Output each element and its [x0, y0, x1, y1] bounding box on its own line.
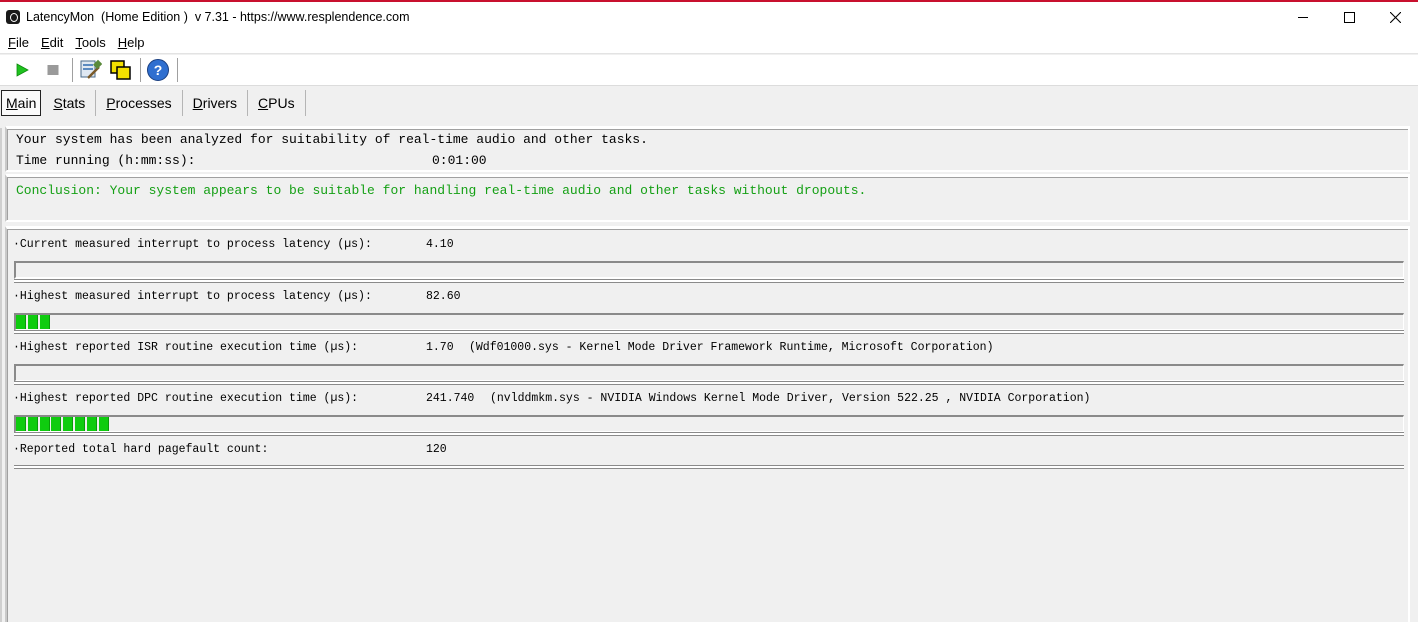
menu-bar: File Edit Tools Help: [0, 32, 1418, 54]
menu-help[interactable]: Help: [114, 35, 149, 50]
stop-monitor-button[interactable]: [39, 56, 67, 84]
bar-divider: [14, 330, 1404, 334]
isr-driver-detail: (Wdf01000.sys - Kernel Mode Driver Frame…: [469, 341, 994, 354]
bar-segment: [86, 417, 97, 431]
menu-file[interactable]: File: [4, 35, 33, 50]
summary-panel: Your system has been analyzed for suitab…: [5, 126, 1410, 172]
maximize-button[interactable]: [1326, 2, 1372, 32]
title-bar[interactable]: LatencyMon (Home Edition ) v 7.31 - http…: [0, 2, 1418, 32]
dpc-time-bar: [14, 415, 1404, 433]
close-icon: [1389, 11, 1401, 23]
minimize-button[interactable]: [1280, 2, 1326, 32]
maximize-icon: [1343, 11, 1355, 23]
close-button[interactable]: [1372, 2, 1418, 32]
process-tools-icon: [80, 59, 102, 79]
current-latency-label: ·Current measured interrupt to process l…: [13, 238, 372, 251]
left-edge-border: [0, 128, 2, 622]
highest-latency-value: 82.60: [426, 290, 461, 303]
bar-segment: [74, 417, 85, 431]
dpc-driver-detail: (nvlddmkm.sys - NVIDIA Windows Kernel Mo…: [490, 392, 1091, 405]
current-latency-value: 4.10: [426, 238, 454, 251]
tab-processes[interactable]: Processes: [96, 90, 183, 116]
analysis-summary-text: Your system has been analyzed for suitab…: [16, 132, 648, 147]
dpc-time-value: 241.740: [426, 392, 475, 405]
conclusion-text: Conclusion: Your system appears to be su…: [16, 183, 867, 198]
process-tools-button[interactable]: [76, 56, 104, 84]
tab-drivers[interactable]: Drivers: [183, 90, 249, 116]
toolbar-separator: [72, 58, 73, 82]
pagefault-count-value: 120: [426, 443, 447, 456]
bar-divider: [14, 381, 1404, 385]
stop-icon: [47, 65, 59, 75]
isr-time-bar: [14, 364, 1404, 382]
bar-segment: [39, 315, 50, 329]
bar-segment: [63, 417, 74, 431]
bar-segment: [16, 315, 26, 329]
window-controls: [1280, 2, 1418, 32]
pagefault-count-label: ·Reported total hard pagefault count:: [13, 443, 269, 456]
menu-tools[interactable]: Tools: [71, 35, 109, 50]
bar-fill: [16, 417, 110, 431]
isr-time-label: ·Highest reported ISR routine execution …: [13, 341, 359, 354]
dpc-time-label: ·Highest reported DPC routine execution …: [13, 392, 359, 405]
help-icon: ?: [147, 59, 169, 81]
current-latency-bar: [14, 261, 1404, 279]
bar-segment: [27, 417, 38, 431]
tab-cpus[interactable]: C PUs: [248, 90, 306, 116]
window-title: LatencyMon (Home Edition ) v 7.31 - http…: [26, 10, 410, 24]
tab-main[interactable]: Main: [1, 90, 42, 116]
bar-segment: [98, 417, 109, 431]
toolbar-separator: [177, 58, 178, 82]
bar-divider: [14, 432, 1404, 436]
copy-windows-button[interactable]: [107, 56, 135, 84]
conclusion-panel: Conclusion: Your system appears to be su…: [5, 174, 1410, 222]
toolbar: ?: [0, 55, 1418, 86]
time-running-label: Time running (h:mm:ss):: [16, 153, 196, 168]
play-icon: [16, 63, 29, 77]
start-monitor-button[interactable]: [8, 56, 36, 84]
latencymon-app-icon[interactable]: [6, 10, 20, 24]
help-button[interactable]: ?: [144, 56, 172, 84]
svg-text:?: ?: [154, 62, 163, 78]
metrics-panel: ·Current measured interrupt to process l…: [5, 226, 1410, 622]
bar-segment: [39, 417, 50, 431]
copy-windows-icon: [110, 60, 131, 80]
highest-latency-label: ·Highest measured interrupt to process l…: [13, 290, 372, 303]
bar-divider: [14, 465, 1404, 469]
bar-segment: [16, 417, 26, 431]
tab-strip: Main Stats Processes Drivers C PUs: [0, 89, 306, 117]
highest-latency-bar: [14, 313, 1404, 331]
bar-fill: [16, 315, 51, 329]
minimize-icon: [1298, 17, 1308, 18]
tab-stats[interactable]: Stats: [41, 90, 97, 116]
isr-time-value: 1.70: [426, 341, 454, 354]
bar-segment: [27, 315, 38, 329]
bar-segment: [51, 417, 62, 431]
bar-divider: [14, 279, 1404, 283]
menu-edit[interactable]: Edit: [37, 35, 67, 50]
time-running-value: 0:01:00: [432, 153, 487, 168]
toolbar-separator: [140, 58, 141, 82]
